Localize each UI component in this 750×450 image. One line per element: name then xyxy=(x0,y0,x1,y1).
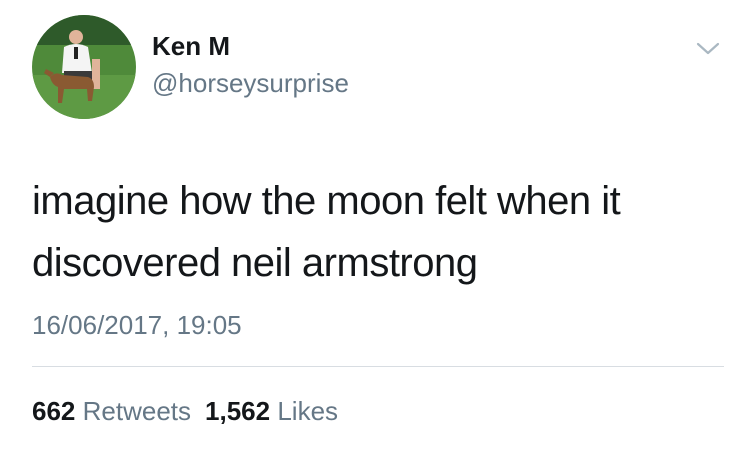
retweets-stat[interactable]: 662 Retweets xyxy=(32,394,191,428)
tweet-text: imagine how the moon felt when it discov… xyxy=(32,179,621,285)
tweet-timestamp[interactable]: 16/06/2017, 19:05 xyxy=(32,308,242,342)
avatar-photo-icon xyxy=(32,15,136,119)
author-display-name[interactable]: Ken M xyxy=(152,30,230,62)
likes-stat[interactable]: 1,562 Likes xyxy=(205,394,338,428)
likes-label: Likes xyxy=(277,396,339,426)
tweet-stats: 662 Retweets 1,562 Likes xyxy=(32,394,352,428)
author-handle[interactable]: @horseysurprise xyxy=(152,67,349,99)
divider xyxy=(32,366,724,367)
tweet-menu-button[interactable] xyxy=(692,36,724,60)
likes-count: 1,562 xyxy=(205,396,271,426)
author-avatar[interactable] xyxy=(32,15,136,119)
tweet-card: Ken M @horseysurprise imagine how the mo… xyxy=(0,0,750,450)
chevron-down-icon xyxy=(696,42,720,55)
retweets-count: 662 xyxy=(32,396,76,426)
retweets-label: Retweets xyxy=(82,396,192,426)
